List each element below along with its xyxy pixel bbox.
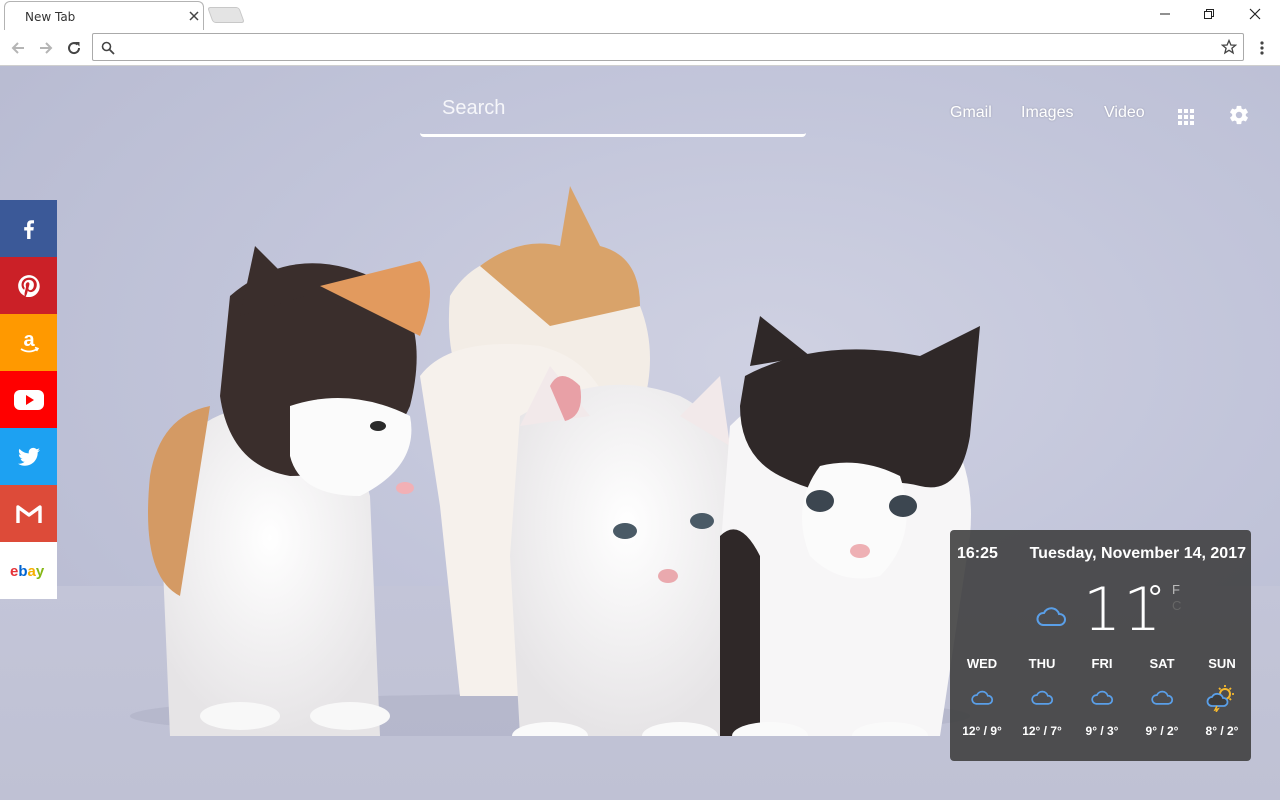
forecast-day-name: FRI bbox=[1091, 656, 1113, 671]
tab-title: New Tab bbox=[25, 10, 76, 24]
apps-grid-icon[interactable] bbox=[1178, 109, 1194, 125]
weather-date: Tuesday, November 14, 2017 bbox=[1029, 545, 1246, 562]
forecast-temps: 12° / 9° bbox=[962, 724, 1002, 738]
unit-celsius-toggle[interactable]: C bbox=[1172, 598, 1181, 613]
facebook-button[interactable] bbox=[0, 200, 57, 257]
forecast-day: WED 12° / 9° bbox=[952, 656, 1012, 738]
new-tab-page: Gmail Images Video a ebay 16:25 Tuesday,… bbox=[0, 66, 1280, 800]
svg-text:a: a bbox=[23, 329, 35, 351]
reload-button[interactable] bbox=[62, 36, 86, 60]
weather-time: 16:25 bbox=[957, 545, 998, 562]
kittens-background-image bbox=[130, 186, 980, 736]
restore-icon bbox=[1204, 9, 1214, 19]
new-tab-button[interactable] bbox=[207, 7, 245, 23]
amazon-button[interactable]: a bbox=[0, 314, 57, 371]
reload-icon bbox=[68, 42, 81, 55]
forecast-temps: 9° / 3° bbox=[1085, 724, 1119, 738]
gmail-icon bbox=[15, 504, 42, 523]
forecast-day-name: WED bbox=[966, 656, 998, 671]
close-icon bbox=[1249, 8, 1261, 20]
degree-symbol: ° bbox=[1148, 577, 1163, 618]
arrow-left-icon bbox=[11, 42, 24, 54]
minimize-icon bbox=[1160, 13, 1170, 15]
more-vert-icon bbox=[1260, 41, 1264, 55]
facebook-icon bbox=[23, 219, 34, 239]
gmail-link[interactable]: Gmail bbox=[950, 104, 992, 122]
address-bar[interactable] bbox=[92, 33, 1244, 61]
pinterest-button[interactable] bbox=[0, 257, 57, 314]
cloud-icon bbox=[1031, 690, 1054, 705]
cloud-icon bbox=[1151, 690, 1174, 705]
twitter-button[interactable] bbox=[0, 428, 57, 485]
gear-icon[interactable] bbox=[1228, 104, 1250, 126]
forecast-temps: 9° / 2° bbox=[1145, 724, 1179, 738]
forecast-temps: 12° / 7° bbox=[1022, 724, 1062, 738]
search-icon bbox=[101, 41, 115, 55]
tab-close-icon[interactable] bbox=[188, 9, 200, 21]
svg-text:ebay: ebay bbox=[10, 563, 45, 579]
unit-fahrenheit-toggle[interactable]: F bbox=[1172, 582, 1180, 597]
close-window-button[interactable] bbox=[1232, 0, 1278, 28]
pinterest-icon bbox=[17, 274, 40, 297]
forecast-day-name: THU bbox=[1028, 656, 1056, 671]
arrow-right-icon bbox=[40, 42, 53, 54]
restore-button[interactable] bbox=[1186, 0, 1232, 28]
gmail-button[interactable] bbox=[0, 485, 57, 542]
youtube-button[interactable] bbox=[0, 371, 57, 428]
address-input[interactable] bbox=[121, 37, 1205, 59]
cloud-icon bbox=[971, 690, 994, 705]
tab-new-tab[interactable]: New Tab bbox=[4, 1, 204, 30]
search-input[interactable] bbox=[440, 92, 794, 124]
browser-toolbar bbox=[0, 30, 1280, 66]
images-link[interactable]: Images bbox=[1021, 104, 1073, 122]
browser-menu-button[interactable] bbox=[1252, 38, 1272, 58]
search-box[interactable] bbox=[420, 86, 806, 137]
forward-button[interactable] bbox=[34, 36, 58, 60]
forecast-day: THU 12° / 7° bbox=[1012, 656, 1072, 738]
amazon-icon: a bbox=[20, 329, 39, 352]
tab-strip: New Tab bbox=[0, 0, 1280, 30]
twitter-icon bbox=[17, 447, 40, 466]
cloud-icon bbox=[1091, 690, 1114, 705]
forecast-day: FRI 9° / 3° bbox=[1072, 656, 1132, 738]
back-button[interactable] bbox=[6, 36, 30, 60]
video-link[interactable]: Video bbox=[1104, 104, 1145, 122]
forecast-day-name: SAT bbox=[1149, 656, 1175, 671]
sun-storm-icon bbox=[1206, 685, 1234, 712]
weather-widget: 16:25 Tuesday, November 14, 2017 11 ° F … bbox=[950, 530, 1251, 761]
ebay-icon: ebay bbox=[10, 563, 45, 579]
forecast-day-name: SUN bbox=[1208, 656, 1236, 671]
ebay-button[interactable]: ebay bbox=[0, 542, 57, 599]
forecast-day: SUN 8° / 2° bbox=[1192, 656, 1252, 738]
cloud-icon bbox=[1036, 607, 1066, 626]
forecast-day: SAT 9° / 2° bbox=[1132, 656, 1192, 738]
bookmark-star-icon[interactable] bbox=[1221, 39, 1237, 55]
minimize-button[interactable] bbox=[1142, 0, 1188, 28]
youtube-icon bbox=[13, 389, 44, 410]
forecast-temps: 8° / 2° bbox=[1205, 724, 1239, 738]
